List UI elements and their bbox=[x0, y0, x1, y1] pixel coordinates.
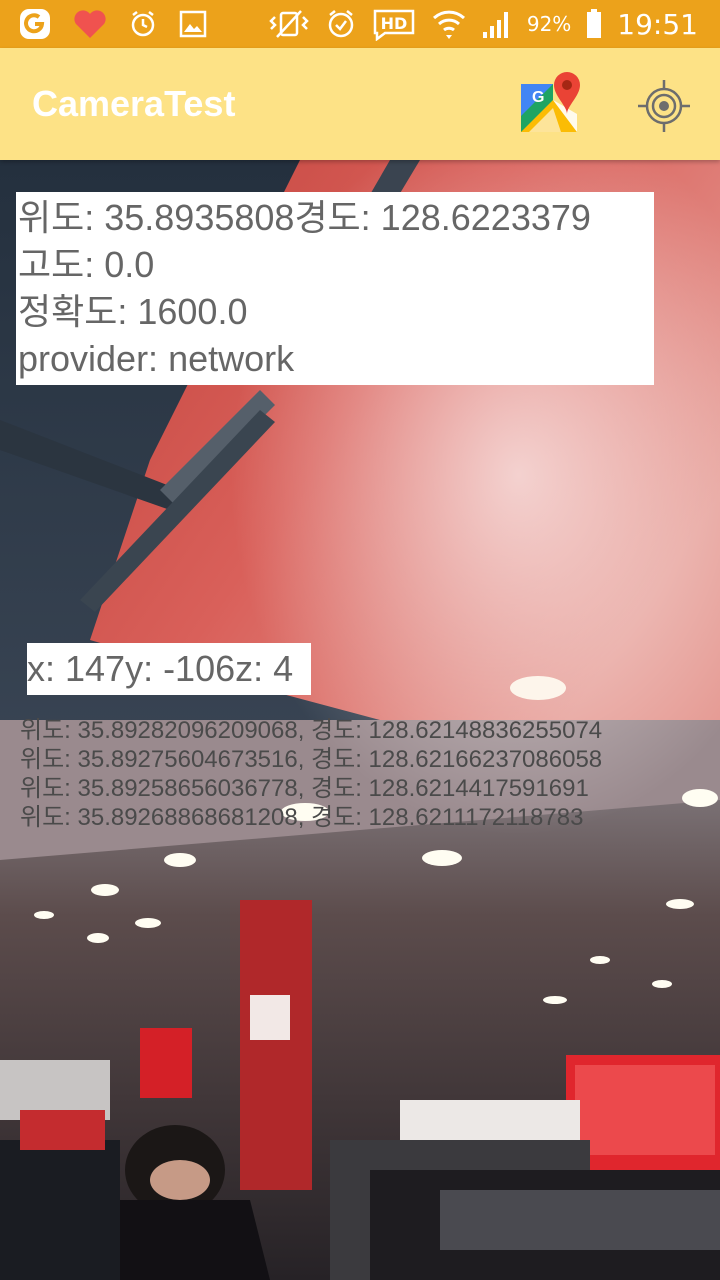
history-item: 위도: 35.89268868681208, 경도: 128.621117211… bbox=[20, 804, 584, 831]
lat-lng-text: 위도: 35.8935808경도: 128.6223379 bbox=[18, 197, 591, 238]
accuracy-text: 정확도: 1600.0 bbox=[18, 291, 248, 332]
status-bar: HD 92% 19:51 bbox=[0, 0, 720, 48]
alarm-clock-icon bbox=[325, 8, 357, 40]
svg-text:G: G bbox=[532, 89, 544, 106]
history-item: 위도: 35.89275604673516, 경도: 128.621662370… bbox=[20, 746, 603, 773]
app-bar: CameraTest G bbox=[0, 48, 720, 160]
location-info-panel: 위도: 35.8935808경도: 128.6223379 고도: 0.0 정확… bbox=[16, 192, 654, 385]
hd-voice-icon: HD bbox=[371, 7, 417, 41]
battery-percent: 92% bbox=[526, 12, 572, 36]
heart-icon bbox=[72, 8, 108, 40]
altitude-text: 고도: 0.0 bbox=[18, 244, 155, 285]
provider-text: provider: network bbox=[18, 338, 295, 379]
history-item: 위도: 35.89258656036778, 경도: 128.621441759… bbox=[20, 775, 589, 802]
google-maps-icon: G bbox=[521, 72, 580, 132]
svg-text:HD: HD bbox=[381, 14, 408, 33]
alarm-icon bbox=[128, 9, 158, 39]
signal-icon bbox=[481, 8, 513, 40]
orientation-sensor-text: x: 147y: -106z: 4 bbox=[27, 643, 311, 695]
gallery-icon bbox=[178, 9, 208, 39]
google-maps-button[interactable]: G bbox=[517, 70, 585, 138]
gps-location-icon bbox=[638, 80, 690, 132]
my-location-button[interactable] bbox=[636, 78, 692, 134]
notification-app-icon bbox=[18, 7, 52, 41]
history-item: 위도: 35.89282096209068, 경도: 128.621488362… bbox=[20, 717, 603, 744]
battery-icon bbox=[585, 8, 603, 40]
vibrate-icon bbox=[267, 9, 311, 39]
app-title: CameraTest bbox=[32, 83, 236, 124]
wifi-icon bbox=[431, 8, 467, 40]
location-history-list: 위도: 35.89282096209068, 경도: 128.621488362… bbox=[20, 716, 710, 832]
clock: 19:51 bbox=[617, 7, 698, 41]
